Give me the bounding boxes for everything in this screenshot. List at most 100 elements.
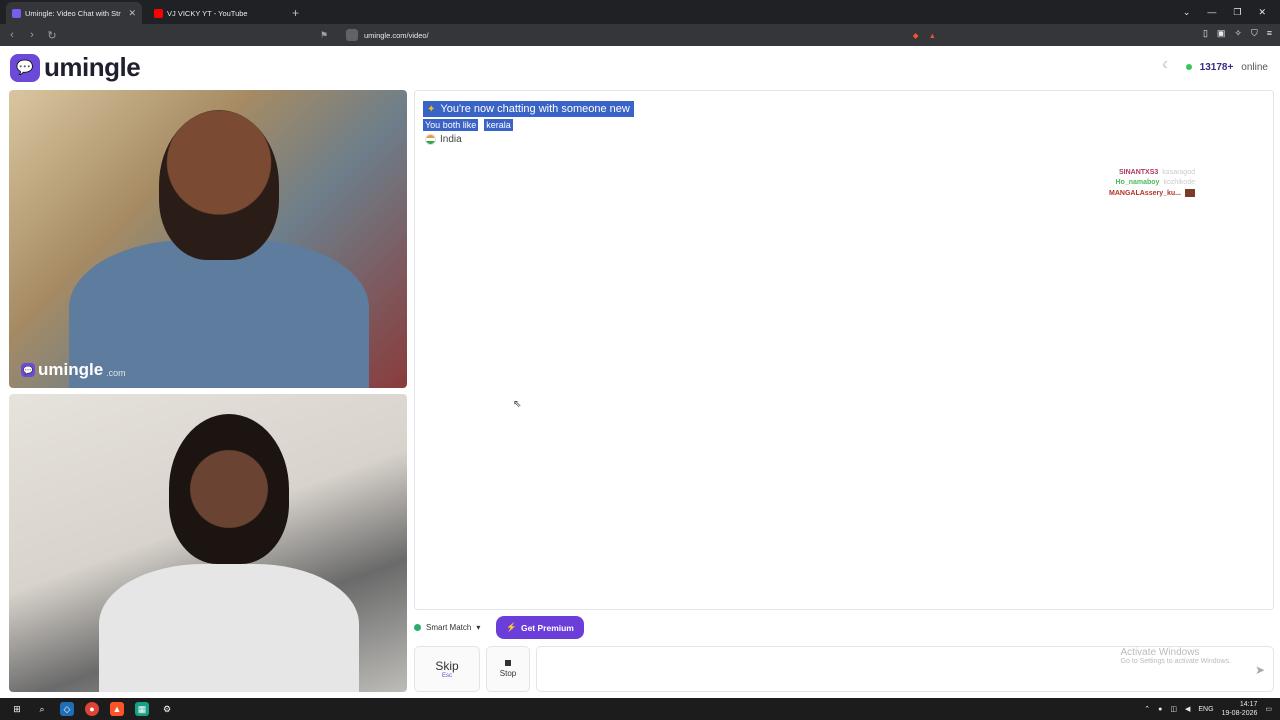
user-location: kozhikode [1163,179,1195,186]
local-video [9,394,407,692]
tab-youtube[interactable]: VJ VICKY YT - YouTube [148,2,284,24]
mouse-cursor-icon: ⇖ [513,399,522,410]
umingle-logo[interactable]: 💬 umingle [10,52,141,83]
send-icon[interactable]: ➤ [1255,663,1265,677]
list-item[interactable]: MANGALAssery_ku... [1109,189,1195,197]
tab-title: Umingle: Video Chat with Str [25,8,121,18]
windows-start-icon[interactable]: ⊞ [10,702,24,716]
address-bar-row: ‹ › ↻ ⚑ umingle.com/video/ ◆ ▲ ▯ ▣ ✧ ⛉ ≡ [0,24,1280,46]
stop-button[interactable]: Stop [486,646,530,692]
video-watermark: 💬 umingle .com [21,360,126,380]
language-indicator[interactable]: ENG [1198,706,1213,713]
system-tray: ⌃ ● ◫ ◀ ENG 14:17 19-08-2026 ▭ [1144,698,1272,720]
clock-date: 19-08-2026 [1221,710,1258,717]
chrome-icon[interactable]: ● [85,702,99,716]
clock-time: 14:17 [1239,701,1258,708]
settings-icon[interactable]: ⚙ [160,702,174,716]
mic-icon[interactable]: ● [1158,706,1162,713]
user-name: SINANTXS3 [1119,169,1159,176]
smart-match-dropdown[interactable]: Smart Match ▾ [414,623,480,632]
vscode-icon[interactable]: ◇ [60,702,74,716]
shared-interest: You both like kerala [423,119,513,131]
tab-title: VJ VICKY YT - YouTube [167,8,248,18]
country-line: India [425,134,462,145]
chat-input-row: Skip Esc Stop Activate Windows Go to Set… [414,646,1274,692]
app-icon[interactable]: ▦ [135,702,149,716]
chat-bubble-icon: 💬 [10,53,40,82]
volume-icon[interactable]: ◀ [1185,705,1190,713]
search-icon[interactable]: ⌕ [35,702,49,716]
shared-interest-label: You both like [423,119,479,131]
vpn-icon[interactable]: ⛉ [1251,28,1258,39]
header-status: ☾ 13178+ online [1156,60,1268,74]
taskbar-apps: ⊞ ⌕ ◇ ● ▲ ▦ ⚙ [0,702,174,716]
umingle-page: 💬 umingle ☾ 13178+ online 💬 umingle .com… [0,46,1280,698]
interest-tag: kerala [484,119,513,131]
minimize-button[interactable]: — [1207,7,1216,17]
chevron-down-icon: ▾ [476,623,481,632]
skip-shortcut: Esc [441,673,452,679]
site-info-icon[interactable] [346,29,358,41]
tab-umingle[interactable]: Umingle: Video Chat with Str ✕ [6,2,142,24]
youtube-favicon-icon [154,8,163,18]
chevron-down-icon[interactable]: ⌄ [1183,7,1191,18]
stop-label: Stop [499,669,517,678]
window-controls: ⌄ — ❐ ✕ [1183,0,1280,24]
country-name: India [440,134,462,145]
sidebar-icon[interactable]: ▯ [1203,28,1208,39]
system-message-text: You're now chatting with someone new [440,103,630,115]
local-person-body [99,564,359,692]
chevron-up-icon[interactable]: ⌃ [1144,705,1150,713]
url-text[interactable]: umingle.com/video/ [364,31,913,40]
theme-toggle-icon[interactable]: ☾ [1156,60,1178,74]
sparkle-icon: ✦ [427,103,436,115]
get-premium-button[interactable]: ⚡ Get Premium [496,616,584,639]
list-item[interactable]: Ho_namaboy kozhikode [1116,179,1196,186]
get-premium-label: Get Premium [520,622,574,633]
network-icon[interactable]: ◫ [1170,705,1177,713]
rewards-icon[interactable]: ▲ [929,31,936,40]
user-name: MANGALAssery_ku... [1109,189,1181,197]
maximize-button[interactable]: ❐ [1233,7,1241,18]
activate-windows-watermark: Activate Windows Go to Settings to activ… [1121,647,1232,665]
brave-shield-icon[interactable]: ◆ [913,31,919,40]
close-window-button[interactable]: ✕ [1258,7,1266,18]
forward-icon[interactable]: › [24,29,40,41]
logo-text: umingle [44,52,141,82]
user-thumbnail [1185,189,1195,197]
remote-person-head [159,110,279,260]
notification-icon[interactable]: ▭ [1265,705,1272,713]
activate-subtitle: Go to Settings to activate Windows. [1120,658,1232,665]
extension-icons: ◆ ▲ [913,31,936,40]
smart-match-label: Smart Match [426,623,472,632]
menu-icon[interactable]: ≡ [1267,28,1272,39]
screenshot-icon[interactable]: ▣ [1217,28,1226,39]
local-person-head [169,414,289,564]
remote-video: 💬 umingle .com [9,90,407,388]
new-tab-button[interactable]: + [292,6,299,20]
status-dot-icon [414,624,421,631]
activate-title: Activate Windows [1120,647,1200,658]
online-dot-icon [1185,64,1192,70]
leo-icon[interactable]: ✧ [1234,28,1242,39]
list-item[interactable]: SINANTXS3 kasaragod [1119,169,1195,176]
brave-icon[interactable]: ▲ [110,702,124,716]
close-icon[interactable]: ✕ [128,8,136,19]
chat-bubble-icon: 💬 [21,363,35,377]
skip-button[interactable]: Skip Esc [414,646,480,692]
bookmark-icon[interactable]: ⚑ [320,30,332,41]
match-controls: Smart Match ▾ ⚡ Get Premium [414,616,584,639]
reload-icon[interactable]: ↻ [44,29,60,42]
message-input[interactable]: Activate Windows Go to Settings to activ… [536,646,1274,692]
system-message: ✦ You're now chatting with someone new [423,101,634,117]
windows-taskbar: ⊞ ⌕ ◇ ● ▲ ▦ ⚙ ⌃ ● ◫ ◀ ENG 14:17 19-08-20… [0,698,1280,720]
lightning-icon: ⚡ [506,622,517,632]
url-field[interactable]: ⚑ umingle.com/video/ ◆ ▲ [320,26,940,44]
online-count: 13178+ [1199,61,1234,73]
user-location: kasaragod [1162,169,1195,176]
clock[interactable]: 14:17 19-08-2026 [1222,700,1258,718]
user-list: SINANTXS3 kasaragod Ho_namaboy kozhikode… [1109,169,1195,197]
chat-panel: ✦ You're now chatting with someone new Y… [414,90,1274,610]
back-icon[interactable]: ‹ [4,29,20,41]
skip-label: Skip [435,659,459,673]
